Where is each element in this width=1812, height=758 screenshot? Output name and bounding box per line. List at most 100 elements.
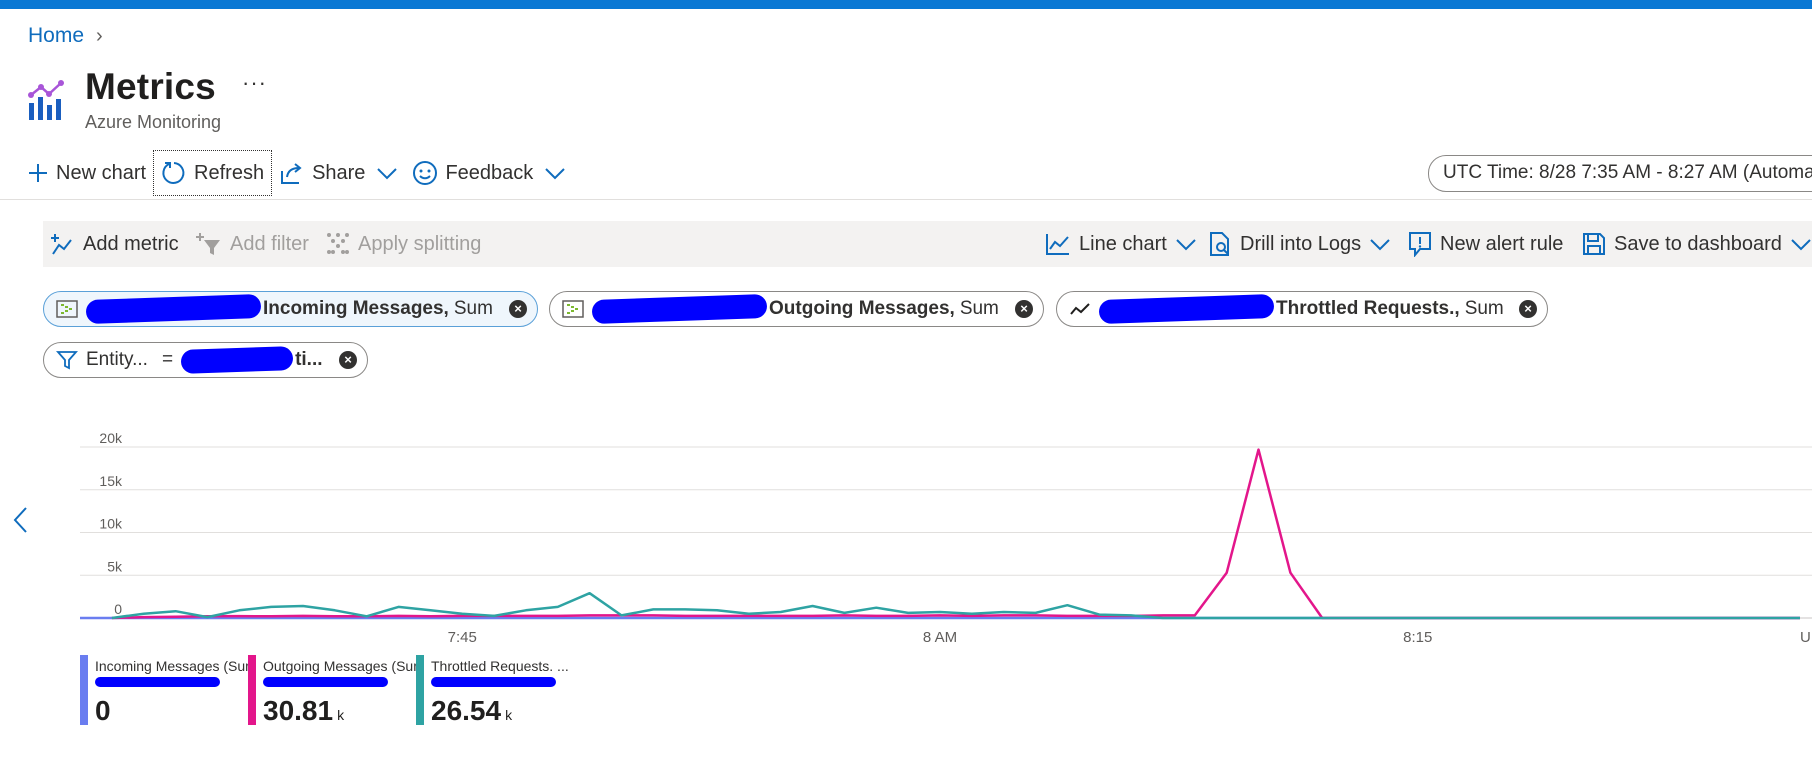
legend-item-outgoing[interactable]: Outgoing Messages (Sum 30.81 k [248, 655, 423, 726]
legend-item-incoming[interactable]: Incoming Messages (Sum 0 [80, 655, 255, 726]
filter-property: Entity... [86, 349, 148, 370]
add-metric-button[interactable]: Add metric [51, 221, 179, 267]
share-icon [281, 163, 302, 184]
line-metric-icon [1070, 303, 1090, 315]
x-tick-label: 7:45 [448, 629, 477, 645]
new-alert-rule-button[interactable]: New alert rule [1408, 221, 1563, 267]
legend-series-name: Outgoing Messages (Sum [263, 658, 423, 674]
chevron-down-icon [1791, 239, 1811, 251]
redacted-resource-name [591, 293, 768, 325]
chevron-down-icon [377, 168, 398, 180]
service-bus-icon [56, 300, 78, 318]
line-chart-icon [1046, 234, 1069, 255]
legend-value: 0 [95, 695, 111, 726]
redacted-resource-name [1098, 293, 1275, 325]
breadcrumb: Home › [28, 24, 103, 48]
metric-pill-outgoing[interactable]: Outgoing Messages, Sum × [549, 291, 1044, 327]
x-tick-label: 8 AM [923, 629, 957, 645]
plus-icon [29, 164, 47, 182]
refresh-label: Refresh [194, 161, 265, 184]
remove-metric-icon[interactable]: × [1519, 300, 1537, 318]
filter-icon [56, 351, 78, 370]
metrics-line-chart: 20k 15k 10k 5k 0 7:45 8 AM 8:15 U [80, 430, 1812, 645]
add-metric-label: Add metric [83, 232, 179, 255]
metrics-app-icon [28, 80, 64, 120]
remove-filter-icon[interactable]: × [339, 351, 357, 369]
metric-aggregation: Sum [1464, 298, 1504, 319]
apply-splitting-label: Apply splitting [358, 232, 482, 255]
alert-icon [1409, 232, 1431, 257]
legend-color-bar [416, 655, 424, 725]
metric-aggregation: Sum [959, 298, 999, 319]
metric-pill-throttled[interactable]: Throttled Requests., Sum × [1056, 291, 1548, 327]
filter-value-suffix: ti... [295, 349, 323, 370]
series-line-1[interactable] [111, 448, 1800, 620]
feedback-button[interactable]: Feedback [405, 150, 573, 196]
service-bus-icon [562, 300, 584, 318]
save-to-dashboard-button[interactable]: Save to dashboard [1582, 221, 1812, 267]
chevron-down-icon [545, 168, 565, 180]
apply-splitting-button[interactable]: Apply splitting [326, 221, 481, 267]
x-tick-label: U [1800, 629, 1811, 645]
legend-series-name: Incoming Messages (Sum [95, 658, 255, 674]
y-tick-label: 15k [99, 473, 123, 489]
add-filter-icon [196, 233, 220, 255]
metric-name: Throttled Requests., [1276, 298, 1460, 319]
filter-operator: = [161, 349, 174, 370]
chevron-down-icon [1176, 239, 1196, 251]
legend-value: 26.54 k [431, 695, 513, 726]
redacted-resource-name [431, 677, 556, 687]
remove-metric-icon[interactable]: × [1015, 300, 1033, 318]
legend-color-bar [80, 655, 88, 725]
redacted-filter-value [180, 346, 294, 374]
refresh-icon [162, 162, 185, 184]
feedback-label: Feedback [445, 161, 534, 184]
smiley-icon [413, 161, 438, 185]
page-subtitle: Azure Monitoring [85, 112, 222, 132]
series-line-2[interactable] [111, 591, 1800, 620]
legend-value: 30.81 k [263, 695, 345, 726]
y-tick-label: 5k [107, 558, 123, 574]
x-tick-label: 8:15 [1403, 629, 1432, 645]
share-button[interactable]: Share [272, 150, 405, 196]
add-metric-icon [51, 234, 72, 255]
chevron-right-icon: › [96, 24, 103, 47]
line-chart-label: Line chart [1079, 232, 1167, 255]
filter-pill[interactable]: Entity... = ti... × [43, 342, 368, 378]
metric-name: Incoming Messages, [263, 298, 449, 319]
y-tick-label: 10k [99, 516, 123, 532]
legend-item-throttled[interactable]: Throttled Requests. ... 26.54 k [416, 655, 576, 726]
time-range-picker[interactable]: UTC Time: 8/28 7:35 AM - 8:27 AM (Automa [1428, 155, 1812, 192]
redacted-resource-name [263, 677, 388, 687]
new-alert-rule-label: New alert rule [1440, 232, 1564, 255]
line-chart-button[interactable]: Line chart [1045, 221, 1197, 267]
save-icon [1583, 233, 1605, 255]
refresh-button[interactable]: Refresh [153, 150, 273, 196]
page-title: Metrics [85, 66, 216, 107]
redacted-resource-name [85, 293, 262, 325]
remove-metric-icon[interactable]: × [509, 300, 527, 318]
metric-aggregation: Sum [453, 298, 493, 319]
metric-name: Outgoing Messages, [769, 298, 955, 319]
metric-pill-incoming[interactable]: Incoming Messages, Sum × [43, 291, 538, 327]
new-chart-label: New chart [56, 161, 147, 184]
legend-series-name: Throttled Requests. ... [431, 658, 569, 674]
new-chart-button[interactable]: New chart [20, 150, 153, 196]
breadcrumb-home-link[interactable]: Home [28, 24, 84, 48]
more-options-button[interactable]: ··· [242, 70, 267, 96]
splitting-icon [327, 233, 349, 254]
divider [0, 199, 1812, 200]
legend-color-bar [248, 655, 256, 725]
y-tick-label: 20k [99, 430, 123, 446]
drill-into-logs-button[interactable]: Drill into Logs [1208, 221, 1391, 267]
save-to-dashboard-label: Save to dashboard [1614, 232, 1782, 255]
chevron-down-icon [1370, 239, 1390, 251]
logs-icon [1210, 232, 1229, 256]
redacted-resource-name [95, 677, 220, 687]
add-filter-label: Add filter [230, 232, 309, 255]
y-tick-label: 0 [114, 601, 122, 617]
share-label: Share [312, 161, 366, 184]
command-bar: New chart Refresh Share Feedback [20, 150, 573, 196]
add-filter-button[interactable]: Add filter [196, 221, 309, 267]
top-nav-bar [0, 0, 1812, 9]
